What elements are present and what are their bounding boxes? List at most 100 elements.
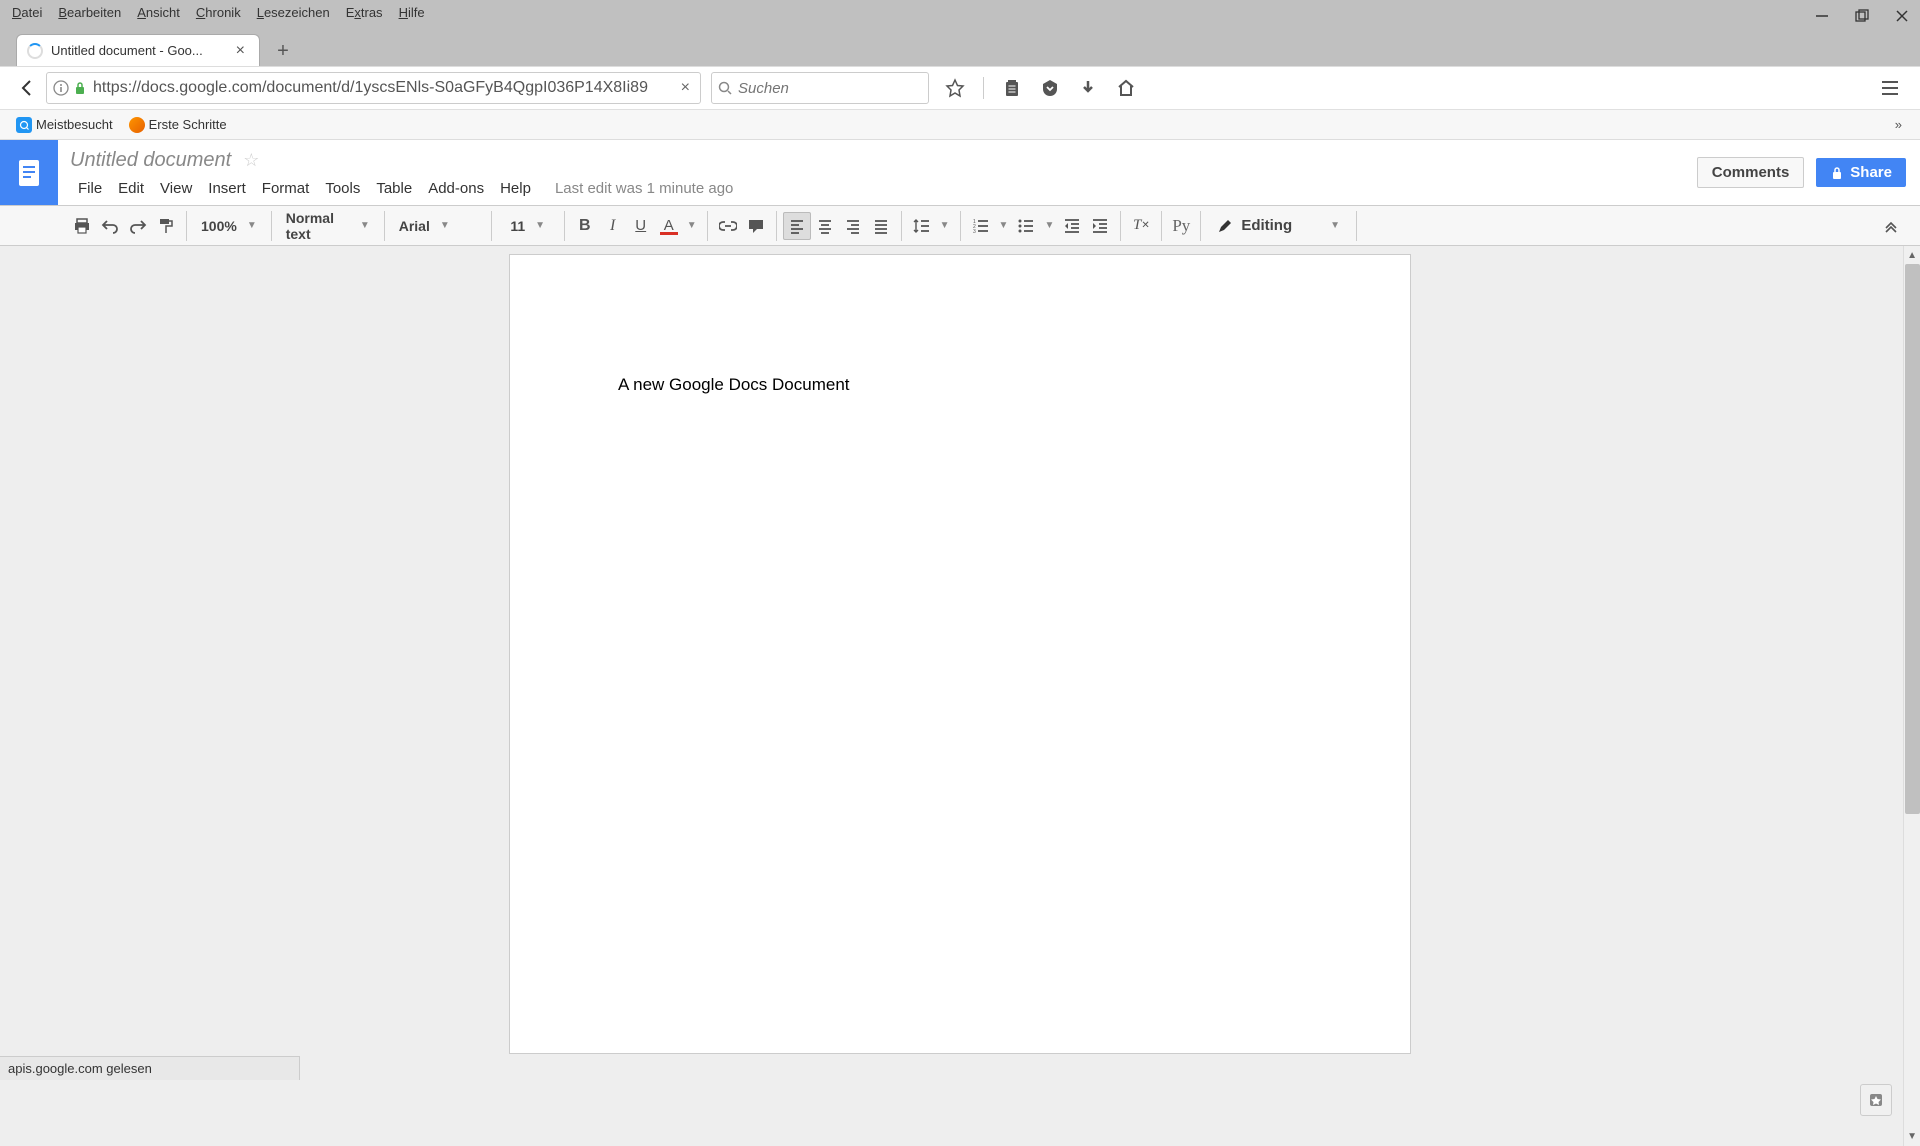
docs-logo[interactable] bbox=[0, 140, 58, 205]
italic-button[interactable]: I bbox=[599, 212, 627, 240]
search-input[interactable] bbox=[738, 80, 922, 97]
document-canvas: A new Google Docs Document ▲ ▼ bbox=[0, 246, 1920, 1146]
menu-ansicht[interactable]: Ansicht bbox=[129, 3, 188, 22]
new-tab-button[interactable]: + bbox=[268, 36, 298, 66]
separator bbox=[1161, 211, 1162, 241]
browser-status-bar: apis.google.com gelesen bbox=[0, 1056, 300, 1080]
comments-button[interactable]: Comments bbox=[1697, 157, 1805, 188]
menu-insert[interactable]: Insert bbox=[200, 176, 254, 201]
scroll-thumb[interactable] bbox=[1905, 264, 1920, 814]
menu-view[interactable]: View bbox=[152, 176, 200, 201]
lock-icon bbox=[1830, 166, 1844, 180]
clear-formatting-button[interactable]: T✕ bbox=[1127, 212, 1155, 240]
url-text: https://docs.google.com/document/d/1yscs… bbox=[93, 79, 677, 97]
docs-header: Untitled document ☆ File Edit View Inser… bbox=[0, 140, 1920, 206]
menu-tools[interactable]: Tools bbox=[317, 176, 368, 201]
downloads-button[interactable] bbox=[1078, 78, 1098, 98]
align-right-button[interactable] bbox=[839, 212, 867, 240]
search-box[interactable] bbox=[711, 72, 929, 104]
hamburger-menu-button[interactable] bbox=[1880, 78, 1912, 98]
caret-down-icon[interactable]: ▼ bbox=[999, 220, 1009, 231]
document-title[interactable]: Untitled document bbox=[70, 149, 231, 172]
caret-down-icon: ▼ bbox=[1330, 220, 1340, 231]
url-bar[interactable]: https://docs.google.com/document/d/1yscs… bbox=[46, 72, 701, 104]
browser-menu-bar: Datei Bearbeiten Ansicht Chronik Lesezei… bbox=[0, 0, 1920, 24]
search-icon bbox=[718, 81, 732, 95]
library-button[interactable] bbox=[1002, 78, 1022, 98]
zoom-select[interactable]: 100%▼ bbox=[193, 212, 265, 240]
line-spacing-button[interactable] bbox=[908, 212, 936, 240]
browser-toolbar-icons bbox=[945, 77, 1136, 99]
star-button[interactable]: ☆ bbox=[243, 150, 259, 171]
menu-file[interactable]: File bbox=[70, 176, 110, 201]
align-center-button[interactable] bbox=[811, 212, 839, 240]
font-select[interactable]: Arial▼ bbox=[391, 212, 485, 240]
bookmark-erste-schritte[interactable]: Erste Schritte bbox=[121, 115, 235, 135]
tab-close-button[interactable]: × bbox=[232, 42, 249, 60]
menu-bearbeiten[interactable]: Bearbeiten bbox=[50, 3, 129, 22]
menu-extras[interactable]: Extras bbox=[338, 3, 391, 22]
menu-table[interactable]: Table bbox=[368, 176, 420, 201]
caret-down-icon: ▼ bbox=[360, 220, 370, 231]
collapse-toolbar-button[interactable] bbox=[1882, 212, 1910, 240]
document-content[interactable]: A new Google Docs Document bbox=[618, 375, 1302, 395]
numbered-list-button[interactable]: 123 bbox=[967, 212, 995, 240]
paint-format-button[interactable] bbox=[152, 212, 180, 240]
explore-button[interactable] bbox=[1860, 1084, 1892, 1116]
print-button[interactable] bbox=[68, 212, 96, 240]
separator bbox=[901, 211, 902, 241]
bookmarks-overflow-button[interactable]: » bbox=[1895, 117, 1912, 132]
lock-icon bbox=[73, 81, 87, 95]
bookmark-star-button[interactable] bbox=[945, 78, 965, 98]
menu-datei[interactable]: Datei bbox=[4, 3, 50, 22]
menu-edit[interactable]: Edit bbox=[110, 176, 152, 201]
document-page[interactable]: A new Google Docs Document bbox=[509, 254, 1411, 1054]
scroll-down-icon[interactable]: ▼ bbox=[1907, 1131, 1917, 1142]
back-button[interactable] bbox=[16, 77, 38, 99]
firefox-icon bbox=[129, 117, 145, 133]
clear-url-button[interactable]: × bbox=[677, 79, 694, 97]
bulleted-list-button[interactable] bbox=[1012, 212, 1040, 240]
underline-button[interactable]: U bbox=[627, 212, 655, 240]
align-justify-button[interactable] bbox=[867, 212, 895, 240]
separator bbox=[186, 211, 187, 241]
menu-format[interactable]: Format bbox=[254, 176, 318, 201]
align-left-button[interactable] bbox=[783, 212, 811, 240]
bookmark-meistbesucht[interactable]: Meistbesucht bbox=[8, 115, 121, 135]
share-button[interactable]: Share bbox=[1816, 158, 1906, 187]
input-tools-button[interactable]: Py bbox=[1168, 212, 1194, 240]
style-select[interactable]: Normal text▼ bbox=[278, 212, 378, 240]
menu-help[interactable]: Help bbox=[492, 176, 539, 201]
separator bbox=[707, 211, 708, 241]
insert-link-button[interactable] bbox=[714, 212, 742, 240]
maximize-button[interactable] bbox=[1854, 8, 1870, 24]
scroll-up-icon[interactable]: ▲ bbox=[1907, 250, 1917, 261]
font-size-select[interactable]: 11▼ bbox=[498, 212, 558, 240]
menu-hilfe[interactable]: Hilfe bbox=[391, 3, 433, 22]
caret-down-icon[interactable]: ▼ bbox=[940, 220, 950, 231]
home-button[interactable] bbox=[1116, 78, 1136, 98]
bookmarks-bar: Meistbesucht Erste Schritte » bbox=[0, 110, 1920, 140]
menu-lesezeichen[interactable]: Lesezeichen bbox=[249, 3, 338, 22]
bookmark-label: Erste Schritte bbox=[149, 117, 227, 132]
docs-header-right: Comments Share bbox=[1697, 140, 1920, 205]
minimize-button[interactable] bbox=[1814, 8, 1830, 24]
pocket-button[interactable] bbox=[1040, 78, 1060, 98]
close-button[interactable] bbox=[1894, 8, 1910, 24]
increase-indent-button[interactable] bbox=[1086, 212, 1114, 240]
menu-addons[interactable]: Add-ons bbox=[420, 176, 492, 201]
bold-button[interactable]: B bbox=[571, 212, 599, 240]
text-color-button[interactable]: A bbox=[655, 212, 683, 240]
site-info-icon[interactable] bbox=[53, 80, 69, 96]
caret-down-icon[interactable]: ▼ bbox=[687, 220, 697, 231]
caret-down-icon[interactable]: ▼ bbox=[1044, 220, 1054, 231]
browser-tab[interactable]: Untitled document - Goo... × bbox=[16, 34, 260, 66]
undo-button[interactable] bbox=[96, 212, 124, 240]
separator bbox=[564, 211, 565, 241]
add-comment-button[interactable] bbox=[742, 212, 770, 240]
decrease-indent-button[interactable] bbox=[1058, 212, 1086, 240]
scrollbar[interactable]: ▲ ▼ bbox=[1903, 246, 1920, 1146]
menu-chronik[interactable]: Chronik bbox=[188, 3, 249, 22]
editing-mode-select[interactable]: Editing ▼ bbox=[1207, 217, 1350, 234]
redo-button[interactable] bbox=[124, 212, 152, 240]
